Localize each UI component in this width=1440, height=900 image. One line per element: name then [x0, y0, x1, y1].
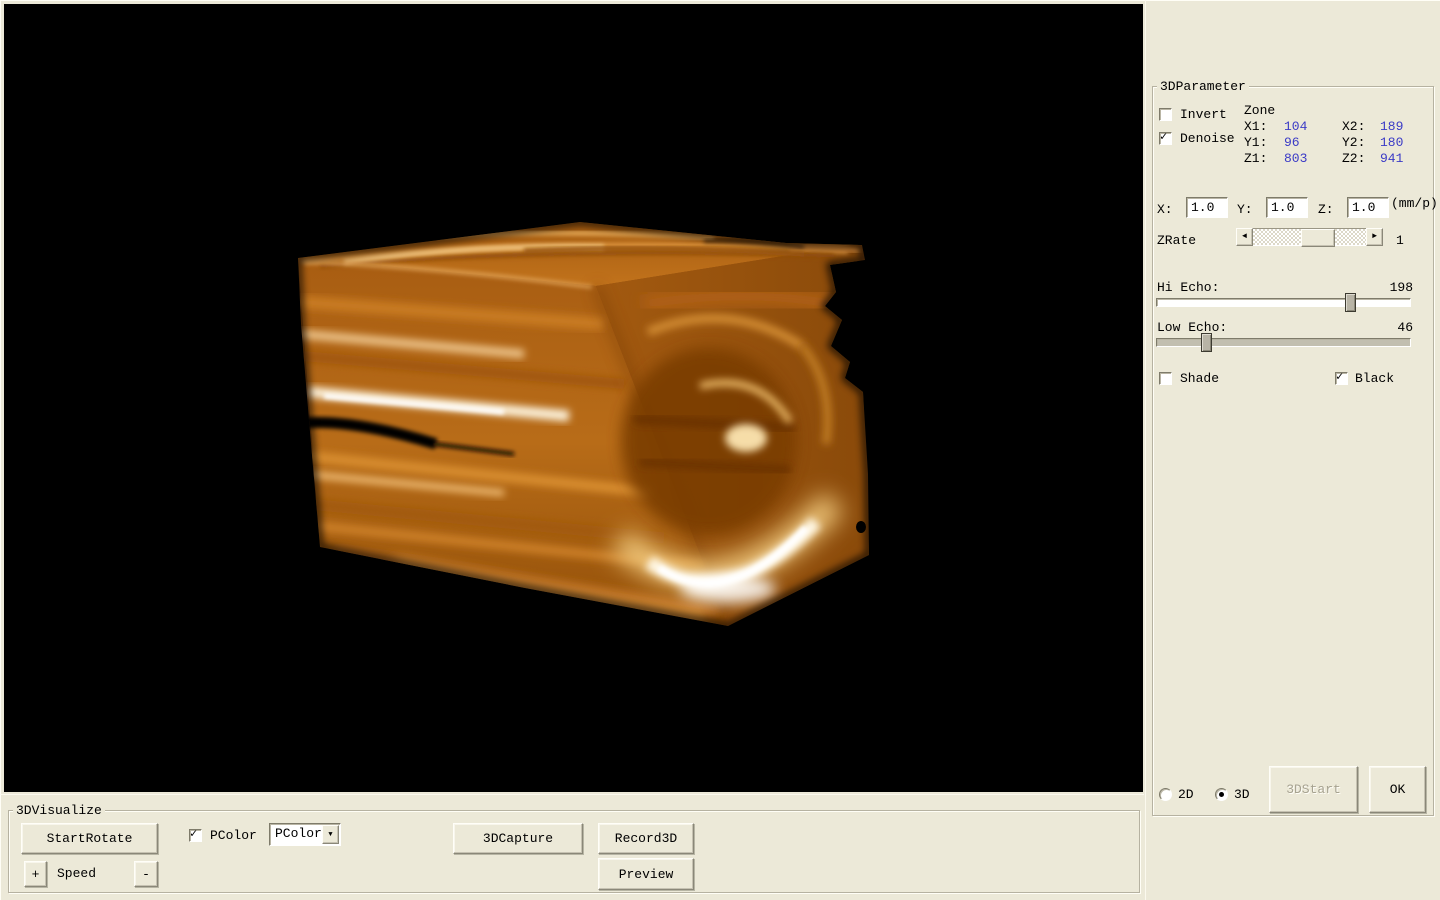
scale-x-input[interactable]	[1186, 197, 1228, 218]
param-groupbox: 3DParameter ✓ Invert ✓ Denoise Zone X1: …	[1152, 86, 1434, 816]
zone-x2-label: X2:	[1342, 119, 1365, 134]
pcolor-dropdown-value: PColor	[275, 826, 322, 841]
check-mark-icon: ✓	[190, 829, 201, 840]
zone-x2-value: 189	[1380, 119, 1403, 134]
check-mark-icon: ✓	[1160, 132, 1171, 143]
zone-y1-value: 96	[1284, 135, 1300, 150]
zrate-track[interactable]	[1253, 228, 1366, 246]
speed-plus-button[interactable]: +	[24, 861, 47, 887]
scale-z-label: Z:	[1318, 202, 1334, 217]
pcolor-label: PColor	[210, 828, 257, 843]
volume-render	[4, 4, 1143, 792]
denoise-label: Denoise	[1180, 131, 1235, 146]
speed-label: Speed	[57, 866, 96, 881]
zrate-left-arrow-icon[interactable]: ◄	[1236, 228, 1253, 246]
pcolor-checkbox[interactable]: ✓	[189, 829, 202, 842]
param-group-title: 3DParameter	[1157, 79, 1249, 94]
ok-button[interactable]: OK	[1369, 766, 1426, 813]
zone-y2-value: 180	[1380, 135, 1403, 150]
low-echo-slider[interactable]	[1156, 338, 1411, 347]
visualize-groupbox: 3DVisualize StartRotate + Speed - ✓ PCol…	[8, 810, 1140, 893]
application-window: 3DParameter ✓ Invert ✓ Denoise Zone X1: …	[0, 0, 1440, 900]
low-echo-label: Low Echo:	[1157, 320, 1227, 335]
low-echo-value: 46	[1397, 320, 1413, 335]
mode-2d-label: 2D	[1178, 787, 1194, 802]
zone-x1-value: 104	[1284, 119, 1307, 134]
black-label: Black	[1355, 371, 1394, 386]
mode-3d-radio[interactable]	[1215, 788, 1228, 801]
zone-y2-label: Y2:	[1342, 135, 1365, 150]
record-3d-button[interactable]: Record3D	[598, 823, 694, 854]
mode-3d-label: 3D	[1234, 787, 1250, 802]
zone-y1-label: Y1:	[1244, 135, 1267, 150]
hi-echo-label: Hi Echo:	[1157, 280, 1219, 295]
hi-echo-slider[interactable]	[1156, 298, 1411, 307]
start-rotate-button[interactable]: StartRotate	[21, 823, 158, 854]
zone-z1-value: 803	[1284, 151, 1307, 166]
radio-dot-icon	[1219, 792, 1224, 797]
scale-y-input[interactable]	[1266, 197, 1308, 218]
zone-title: Zone	[1244, 103, 1275, 118]
zrate-scrollbar[interactable]: ◄ ►	[1236, 228, 1383, 246]
denoise-checkbox[interactable]: ✓	[1159, 132, 1172, 145]
low-echo-handle[interactable]	[1201, 333, 1212, 352]
bottom-panel-separator	[0, 794, 1144, 795]
hi-echo-handle[interactable]	[1345, 293, 1356, 312]
visualize-group-title: 3DVisualize	[13, 803, 105, 818]
check-mark-icon: ✓	[1336, 372, 1347, 383]
zrate-label: ZRate	[1157, 233, 1196, 248]
zone-z1-label: Z1:	[1244, 151, 1267, 166]
scale-y-label: Y:	[1237, 202, 1253, 217]
zone-z2-value: 941	[1380, 151, 1403, 166]
zrate-right-arrow-icon[interactable]: ►	[1366, 228, 1383, 246]
render-viewport[interactable]	[4, 4, 1143, 792]
chevron-down-icon[interactable]: ▼	[322, 825, 339, 844]
right-panel-separator	[1145, 0, 1146, 900]
pcolor-dropdown[interactable]: PColor ▼	[269, 823, 341, 846]
speed-minus-button[interactable]: -	[134, 861, 158, 887]
start-3d-button[interactable]: 3DStart	[1269, 766, 1358, 813]
zrate-value: 1	[1396, 233, 1404, 248]
mode-2d-radio[interactable]	[1159, 788, 1172, 801]
scale-unit-label: (mm/p)	[1391, 196, 1438, 211]
hi-echo-value: 198	[1390, 280, 1413, 295]
black-checkbox[interactable]: ✓	[1335, 372, 1348, 385]
invert-checkbox[interactable]: ✓	[1159, 108, 1172, 121]
zrate-thumb[interactable]	[1301, 229, 1335, 247]
scale-x-label: X:	[1157, 202, 1173, 217]
preview-button[interactable]: Preview	[598, 858, 694, 890]
shade-label: Shade	[1180, 371, 1219, 386]
scale-z-input[interactable]	[1347, 197, 1389, 218]
capture-3d-button[interactable]: 3DCapture	[453, 823, 583, 854]
invert-label: Invert	[1180, 107, 1227, 122]
shade-checkbox[interactable]: ✓	[1159, 372, 1172, 385]
zone-z2-label: Z2:	[1342, 151, 1365, 166]
zone-x1-label: X1:	[1244, 119, 1267, 134]
